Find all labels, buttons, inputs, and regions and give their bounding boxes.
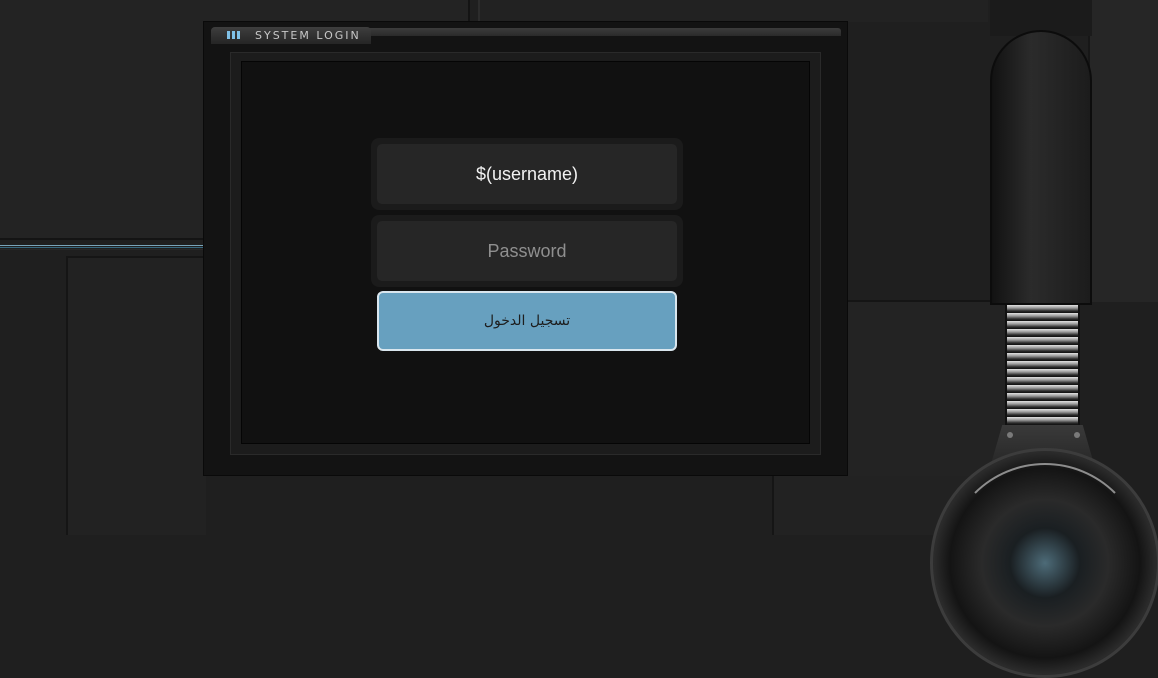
background-panel — [478, 0, 988, 22]
decorative-machine-column — [990, 30, 1092, 305]
login-button[interactable]: تسجيل الدخول — [377, 291, 677, 351]
window-title: SYSTEM LOGIN — [255, 29, 361, 42]
password-input[interactable] — [377, 221, 677, 281]
decorative-cable — [0, 244, 212, 253]
bolt-icon — [1007, 432, 1013, 438]
speaker-rim — [945, 463, 1145, 663]
window-frame: تسجيل الدخول — [230, 52, 821, 455]
background-panel — [848, 300, 1008, 476]
bolt-icon — [1074, 432, 1080, 438]
background-panel — [1088, 0, 1158, 302]
login-window: SYSTEM LOGIN تسجيل الدخول — [203, 21, 848, 476]
bars-icon — [227, 31, 240, 39]
username-field-frame — [371, 138, 683, 210]
login-screen: تسجيل الدخول — [241, 61, 810, 444]
password-field-frame — [371, 215, 683, 287]
username-input[interactable] — [377, 144, 677, 204]
background-panel — [66, 256, 206, 535]
decorative-spring — [1005, 305, 1080, 430]
